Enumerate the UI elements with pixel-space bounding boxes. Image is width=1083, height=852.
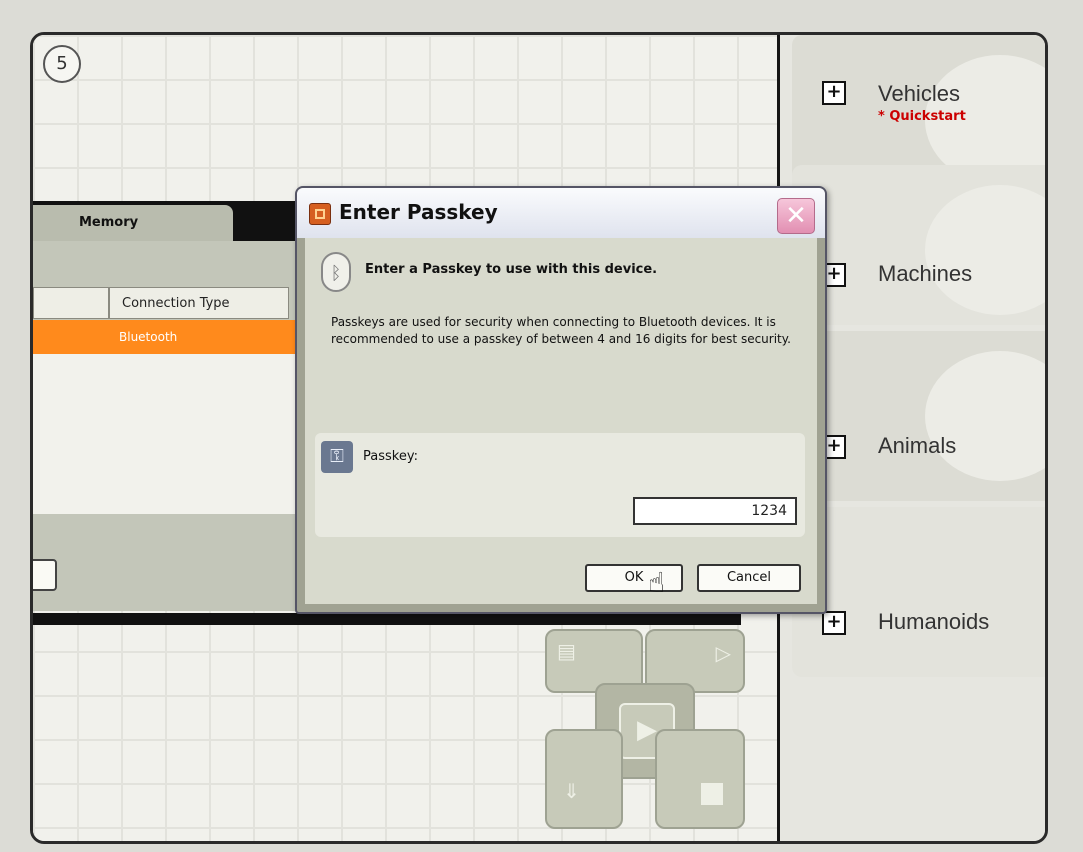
- plus-icon[interactable]: +: [822, 611, 846, 635]
- dialog-title: Enter Passkey: [339, 200, 498, 224]
- category-humanoids[interactable]: + Humanoids: [792, 507, 1045, 677]
- play-icon: ▶: [637, 715, 657, 745]
- dialog-description: Passkeys are used for security when conn…: [331, 315, 791, 346]
- close-icon: ✕: [785, 201, 807, 231]
- bottom-divider: [33, 613, 741, 625]
- category-animals[interactable]: + Animals: [792, 331, 1045, 501]
- enter-passkey-dialog: Enter Passkey ✕ ᛒ Enter a Passkey to use…: [295, 186, 827, 614]
- category-label-animals: Animals: [878, 433, 957, 458]
- device-row-selected[interactable]: Bluetooth: [33, 320, 323, 354]
- category-machines[interactable]: + Machines: [792, 165, 1045, 325]
- machine-graphic: [925, 185, 1045, 315]
- category-label-vehicles: Vehicles: [878, 81, 960, 106]
- download-arrow-icon: ⇓: [563, 779, 580, 803]
- plus-icon[interactable]: +: [822, 81, 846, 105]
- tab-memory[interactable]: Memory: [33, 205, 233, 241]
- key-icon: ⚿: [321, 441, 353, 473]
- close-button[interactable]: ✕: [777, 198, 815, 234]
- dialog-heading: Enter a Passkey to use with this device.: [365, 262, 658, 277]
- animal-graphic: [925, 351, 1045, 481]
- dialog-titlebar[interactable]: Enter Passkey ✕: [297, 188, 825, 238]
- download-button[interactable]: ⇓: [545, 729, 623, 829]
- connection-type-cell: Bluetooth: [119, 330, 178, 344]
- quickstart-note: * Quickstart: [878, 109, 966, 124]
- cancel-button[interactable]: Cancel: [697, 564, 801, 592]
- download-icon: ▤: [557, 639, 576, 663]
- column-header-blank: [33, 287, 109, 319]
- column-header-connection-type[interactable]: Connection Type: [109, 287, 289, 319]
- passkey-panel: ⚿ Passkey: 1234: [315, 433, 805, 537]
- dialog-content: ᛒ Enter a Passkey to use with this devic…: [305, 238, 817, 604]
- nxt-controller-pad: ▤ ▷ ▶ ⇓: [545, 629, 745, 829]
- passkey-label: Passkey:: [363, 449, 418, 464]
- stop-button[interactable]: [655, 729, 745, 829]
- ok-button[interactable]: OK: [585, 564, 683, 592]
- bluetooth-icon: ᛒ: [321, 252, 351, 292]
- device-list: [33, 354, 323, 514]
- category-label-machines: Machines: [878, 261, 973, 286]
- play-circle-icon: ▷: [715, 641, 731, 665]
- step-number-badge: 5: [43, 45, 81, 83]
- category-label-humanoids: Humanoids: [878, 609, 990, 634]
- app-icon: [309, 203, 331, 225]
- passkey-input[interactable]: 1234: [633, 497, 797, 525]
- window-button[interactable]: [33, 559, 57, 591]
- stop-icon: [701, 783, 723, 805]
